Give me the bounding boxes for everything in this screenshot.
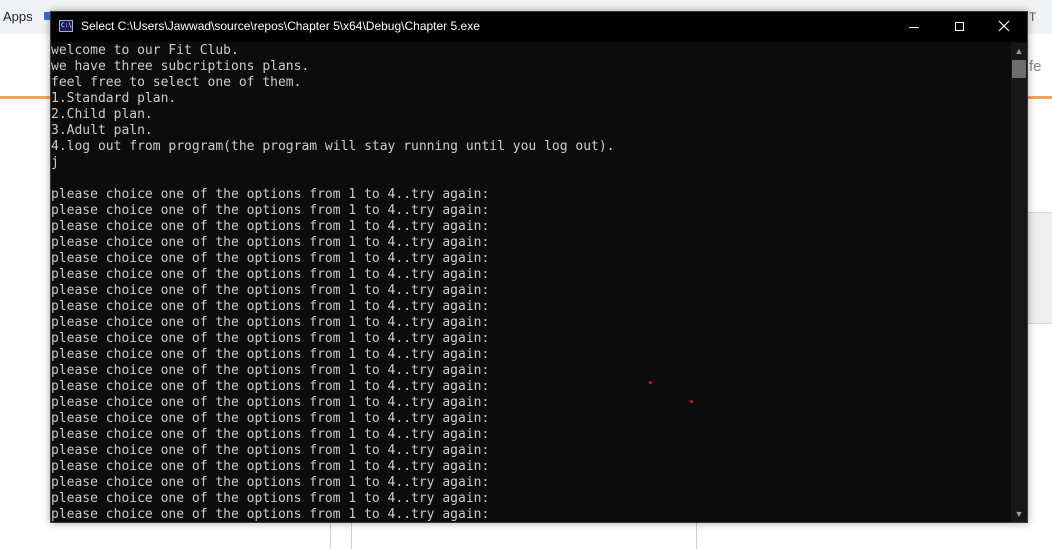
window-title: Select C:\Users\Jawwad\source\repos\Chap… xyxy=(81,19,480,33)
console-line: please choice one of the options from 1 … xyxy=(51,427,490,442)
console-line: 1.Standard plan. xyxy=(51,91,177,106)
console-line: please choice one of the options from 1 … xyxy=(51,187,490,202)
minimize-button[interactable] xyxy=(891,12,937,42)
browser-divider xyxy=(351,520,352,549)
vertical-scrollbar[interactable]: ▲ ▼ xyxy=(1011,43,1027,522)
console-line: please choice one of the options from 1 … xyxy=(51,315,490,330)
maximize-icon xyxy=(955,22,964,31)
console-line: please choice one of the options from 1 … xyxy=(51,379,490,394)
scroll-thumb[interactable] xyxy=(1012,60,1026,78)
cursor-dot xyxy=(649,381,652,384)
console-line: please choice one of the options from 1 … xyxy=(51,331,490,346)
console-line: please choice one of the options from 1 … xyxy=(51,507,490,522)
console-line: please choice one of the options from 1 … xyxy=(51,491,490,506)
title-bar[interactable]: C:\ Select C:\Users\Jawwad\source\repos\… xyxy=(51,12,1027,42)
screen: Apps T fe C:\ Select C:\Users\Jawwad\sou… xyxy=(0,0,1052,549)
console-output[interactable]: welcome to our Fit Club. we have three su… xyxy=(51,43,1011,522)
console-line: please choice one of the options from 1 … xyxy=(51,443,490,458)
console-app-icon[interactable]: C:\ xyxy=(59,20,73,32)
scroll-up-arrow-icon[interactable]: ▲ xyxy=(1011,43,1027,59)
console-line: j xyxy=(51,155,59,170)
console-line: please choice one of the options from 1 … xyxy=(51,411,490,426)
console-line: please choice one of the options from 1 … xyxy=(51,347,490,362)
console-line: welcome to our Fit Club. xyxy=(51,43,239,58)
browser-divider xyxy=(696,520,697,549)
scroll-down-arrow-icon[interactable]: ▼ xyxy=(1011,506,1027,522)
console-line: please choice one of the options from 1 … xyxy=(51,219,490,234)
console-line: please choice one of the options from 1 … xyxy=(51,363,490,378)
console-line: please choice one of the options from 1 … xyxy=(51,251,490,266)
close-button[interactable] xyxy=(981,12,1027,42)
console-line: feel free to select one of them. xyxy=(51,75,302,90)
console-line: we have three subcriptions plans. xyxy=(51,59,310,74)
console-line: please choice one of the options from 1 … xyxy=(51,267,490,282)
console-line: please choice one of the options from 1 … xyxy=(51,299,490,314)
close-icon xyxy=(998,20,1010,32)
console-line: 4.log out from program(the program will … xyxy=(51,139,615,154)
cursor-dot xyxy=(690,400,693,403)
browser-fragment-heading: fe xyxy=(1029,58,1042,75)
console-window[interactable]: C:\ Select C:\Users\Jawwad\source\repos\… xyxy=(50,11,1028,523)
maximize-button[interactable] xyxy=(937,12,983,42)
console-line: please choice one of the options from 1 … xyxy=(51,395,490,410)
console-line: 2.Child plan. xyxy=(51,107,153,122)
console-line: please choice one of the options from 1 … xyxy=(51,203,490,218)
console-line: please choice one of the options from 1 … xyxy=(51,283,490,298)
console-line: please choice one of the options from 1 … xyxy=(51,475,490,490)
apps-bookmark[interactable]: Apps xyxy=(3,9,33,24)
minimize-icon xyxy=(909,27,919,28)
console-line: please choice one of the options from 1 … xyxy=(51,459,490,474)
browser-side-panel xyxy=(1028,212,1052,324)
browser-divider xyxy=(330,520,331,549)
console-line: please choice one of the options from 1 … xyxy=(51,235,490,250)
console-line: 3.Adult paln. xyxy=(51,123,153,138)
browser-fragment-text: T xyxy=(1029,10,1037,24)
